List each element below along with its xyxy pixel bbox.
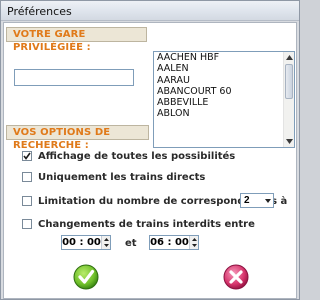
- cross-icon: [223, 264, 249, 290]
- checkbox-unchecked[interactable]: [22, 196, 32, 206]
- spin-down-icon[interactable]: [190, 242, 198, 248]
- option-label: Changements de trains interdits entre: [38, 218, 255, 230]
- check-icon: [73, 264, 99, 290]
- station-list-item[interactable]: ABANCOURT 60: [154, 86, 294, 97]
- title-bar[interactable]: Préférences: [1, 1, 299, 21]
- preferences-window: Préférences VOTRE GARE PRIVILÉGIÉE : AAC…: [0, 0, 300, 300]
- max-connections-select[interactable]: 2: [240, 193, 274, 208]
- option-label: Affichage de toutes les possibilités: [38, 150, 236, 162]
- time-to-value[interactable]: 06 : 00: [150, 237, 189, 248]
- time-from-spinner[interactable]: 00 : 00: [61, 235, 111, 250]
- option-all-possibilities[interactable]: Affichage de toutes les possibilités: [22, 150, 235, 162]
- option-label: Uniquement les trains directs: [38, 171, 206, 183]
- options-section-header: VOS OPTIONS DE RECHERCHE :: [6, 125, 149, 151]
- time-to-spinner[interactable]: 06 : 00: [149, 235, 199, 250]
- option-forbidden-changes[interactable]: Changements de trains interdits entre: [22, 218, 255, 230]
- spin-down-icon[interactable]: [102, 242, 110, 248]
- time-from-value[interactable]: 00 : 00: [62, 237, 101, 248]
- scroll-up-icon[interactable]: [284, 52, 294, 63]
- time-to-spin-buttons[interactable]: [189, 236, 198, 249]
- window-title: Préférences: [7, 5, 72, 18]
- checkbox-checked[interactable]: [22, 151, 32, 161]
- station-search-input[interactable]: [14, 69, 134, 86]
- station-list-item[interactable]: AALEN: [154, 63, 294, 74]
- scroll-thumb[interactable]: [285, 64, 293, 99]
- station-list-item[interactable]: AARAU: [154, 75, 294, 86]
- station-list-scrollbar[interactable]: [283, 52, 294, 147]
- station-list-item[interactable]: AACHEN HBF: [154, 52, 294, 63]
- checkbox-unchecked[interactable]: [22, 219, 32, 229]
- time-separator: et: [125, 238, 137, 249]
- chevron-down-icon[interactable]: [263, 195, 272, 206]
- station-listbox[interactable]: AACHEN HBF AALEN AARAU ABANCOURT 60 ABBE…: [153, 51, 295, 148]
- station-section-header: VOTRE GARE PRIVILÉGIÉE :: [6, 27, 147, 53]
- cancel-button[interactable]: [223, 264, 249, 290]
- checkmark-icon: [23, 152, 31, 160]
- max-connections-value: 2: [244, 195, 250, 206]
- station-list-item[interactable]: ABBEVILLE: [154, 97, 294, 108]
- time-from-spin-buttons[interactable]: [101, 236, 110, 249]
- dialog-content: VOTRE GARE PRIVILÉGIÉE : AACHEN HBF AALE…: [3, 22, 297, 299]
- station-list-item[interactable]: ABLON: [154, 108, 294, 119]
- option-direct-trains[interactable]: Uniquement les trains directs: [22, 171, 205, 183]
- scroll-down-icon[interactable]: [284, 136, 294, 147]
- ok-button[interactable]: [73, 264, 99, 290]
- checkbox-unchecked[interactable]: [22, 172, 32, 182]
